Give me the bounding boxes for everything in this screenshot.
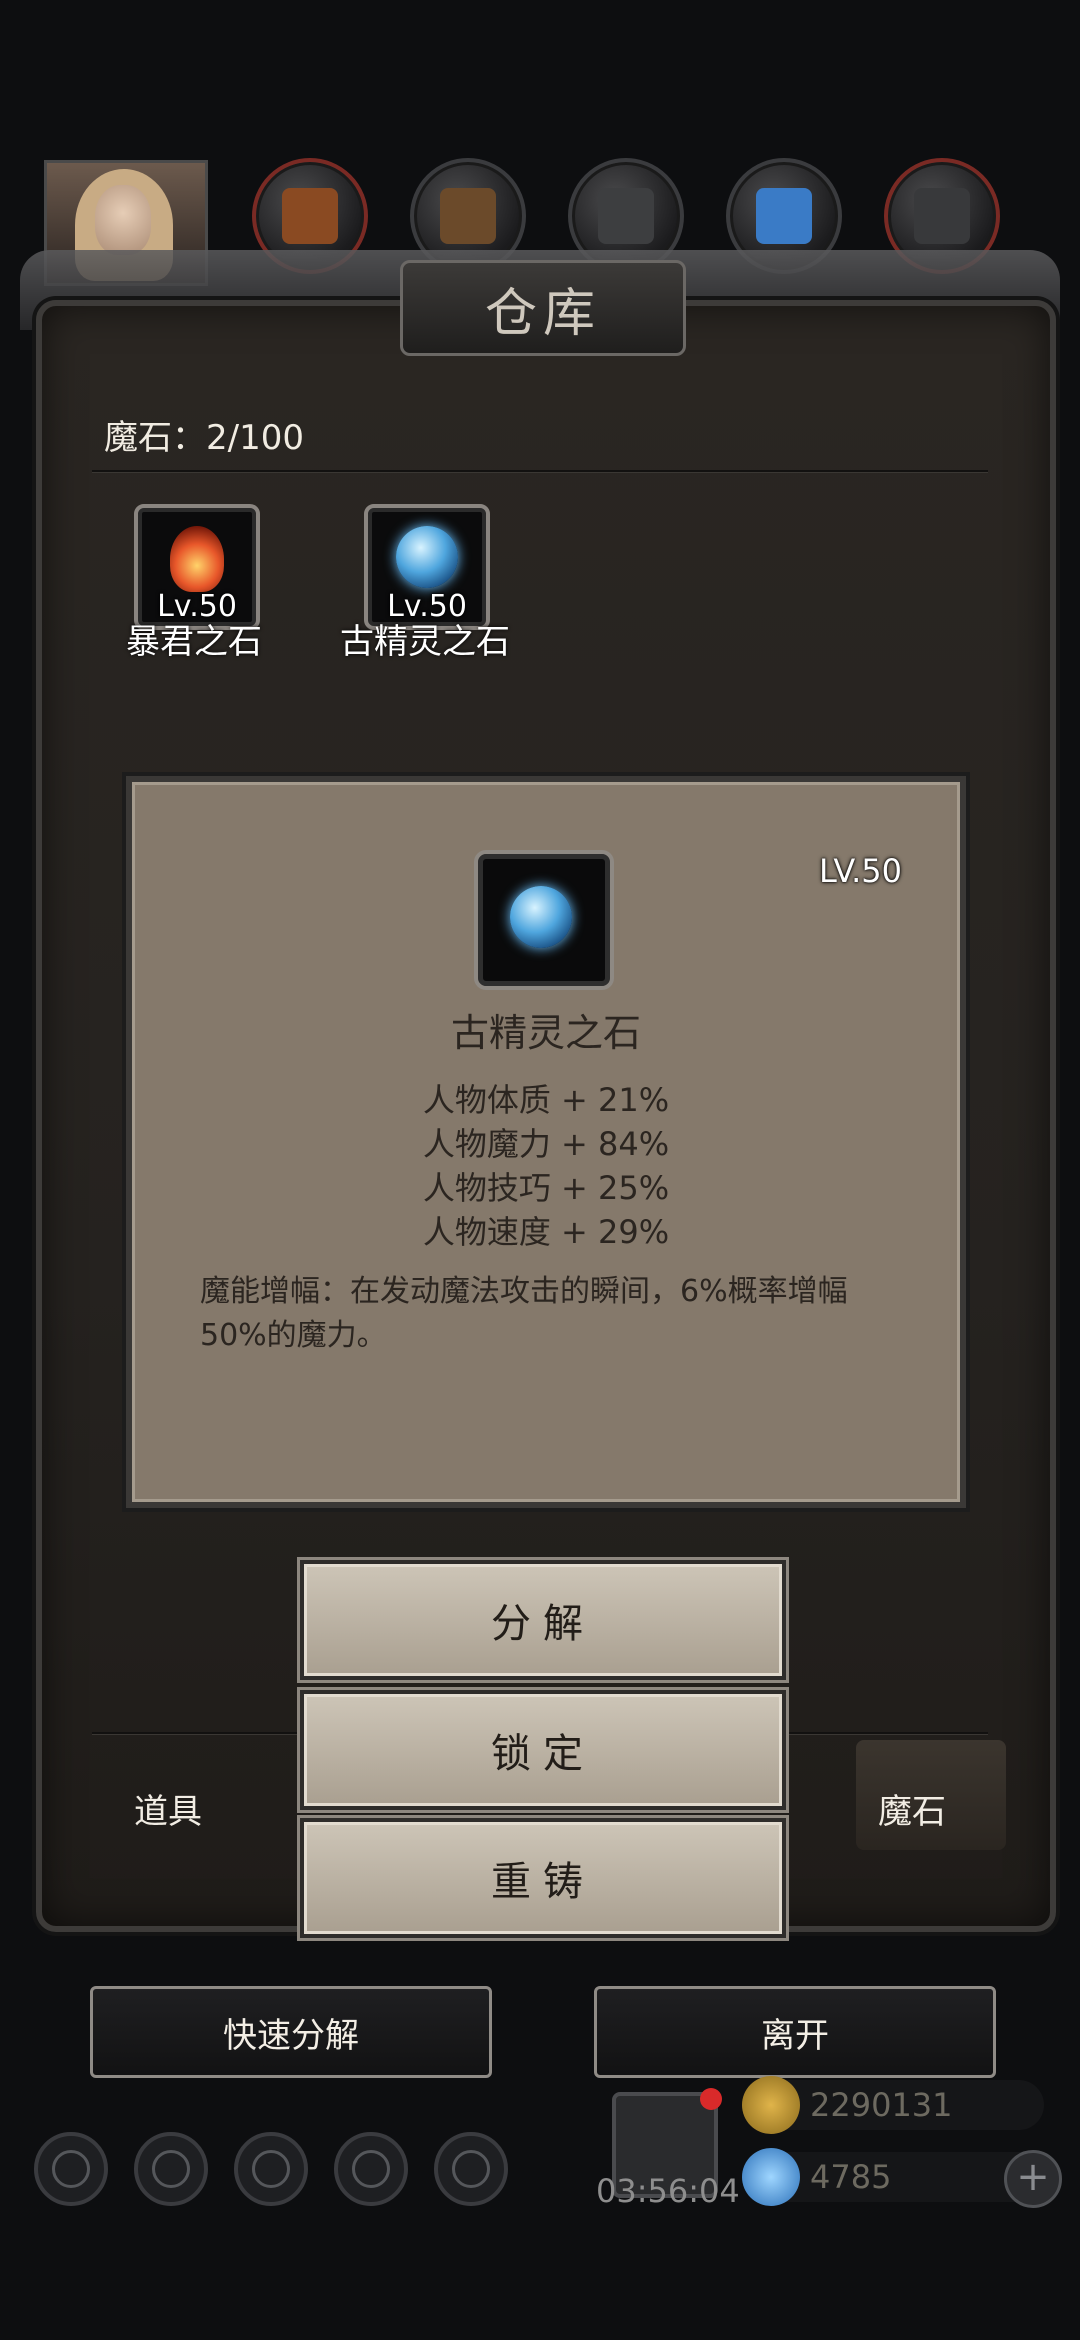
item-slot-ancient-elf-stone[interactable]: Lv.50 — [364, 504, 490, 630]
item-name: 暴君之石 — [126, 622, 262, 662]
recast-button[interactable]: 重铸 — [300, 1818, 786, 1938]
detail-item-slot — [474, 850, 614, 990]
orb-icon — [396, 526, 458, 588]
detail-description: 魔能增幅：在发动魔法攻击的瞬间，6%概率增幅50%的魔力。 — [200, 1274, 848, 1353]
stat-line: 人物速度 + 29% — [422, 1213, 670, 1251]
divider-top — [92, 470, 988, 472]
gold-amount: 2290131 — [810, 2086, 953, 2124]
add-currency-button[interactable]: + — [1004, 2150, 1062, 2208]
guild-icon[interactable] — [234, 2132, 308, 2206]
event-timer: 03:56:04 — [596, 2172, 740, 2210]
gem-icon — [742, 2148, 800, 2206]
quick-decompose-button[interactable]: 快速分解 — [90, 1986, 492, 2078]
mail-icon[interactable] — [334, 2132, 408, 2206]
item-slot-tyrant-stone[interactable]: Lv.50 — [134, 504, 260, 630]
panel-title: 仓库 — [400, 260, 686, 356]
stat-line: 人物技巧 + 25% — [422, 1169, 670, 1207]
orb-icon — [510, 886, 572, 948]
gem-amount: 4785 — [810, 2158, 892, 2196]
item-name: 古精灵之石 — [340, 622, 510, 662]
decompose-button[interactable]: 分解 — [300, 1560, 786, 1680]
gold-coin-icon — [742, 2076, 800, 2134]
stone-count: 魔石：2/100 — [104, 418, 304, 458]
detail-name: 古精灵之石 — [450, 1011, 641, 1055]
item-detail-card: LV.50 古精灵之石 人物体质 + 21% 人物魔力 + 84% 人物技巧 +… — [126, 776, 966, 1508]
stat-line: 人物体质 + 21% — [422, 1081, 670, 1119]
chat-icon[interactable] — [434, 2132, 508, 2206]
detail-stats: 人物体质 + 21% 人物魔力 + 84% 人物技巧 + 25% 人物速度 + … — [132, 1078, 960, 1254]
gear-icon[interactable] — [34, 2132, 108, 2206]
portrait-face — [95, 185, 151, 255]
lock-button[interactable]: 锁定 — [300, 1690, 786, 1810]
notification-dot — [700, 2088, 722, 2110]
tab-magic-stone[interactable]: 魔石 — [878, 1784, 946, 1833]
tab-items[interactable]: 道具 — [134, 1784, 202, 1833]
stat-line: 人物魔力 + 84% — [422, 1125, 670, 1163]
detail-level: LV.50 — [819, 852, 902, 890]
leave-button[interactable]: 离开 — [594, 1986, 996, 2078]
flame-icon — [170, 526, 224, 592]
star-icon[interactable] — [134, 2132, 208, 2206]
